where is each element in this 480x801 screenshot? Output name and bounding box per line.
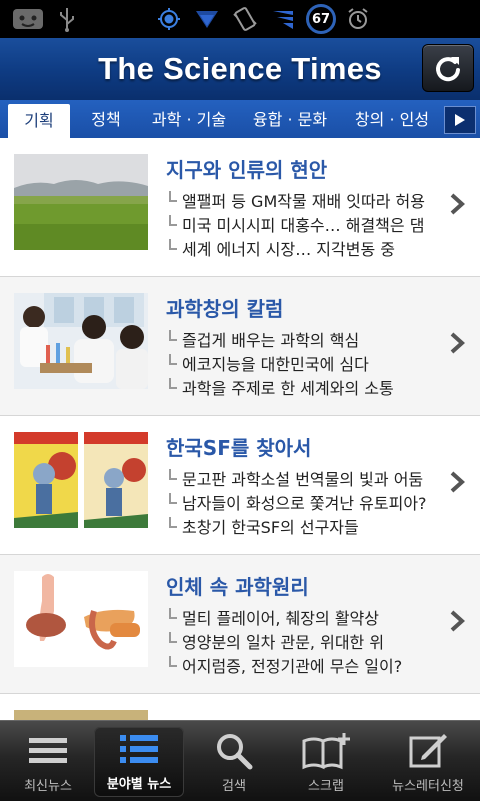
list-item[interactable] xyxy=(0,694,480,720)
bullet-icon xyxy=(169,469,177,480)
tab-creativity[interactable]: 창의 · 인성 xyxy=(344,100,440,138)
list-icon xyxy=(28,731,68,771)
article-title: 한국SF를 찾아서 xyxy=(166,436,312,460)
article-list: 지구와 인류의 현안 앨팰퍼 등 GM작물 재배 잇따라 허용 미국 미시시피 … xyxy=(0,138,480,720)
nav-category-news[interactable]: 분야별 뉴스 xyxy=(94,727,184,797)
headline-item[interactable]: 과학을 주제로 한 세계와의 소통 xyxy=(166,375,394,399)
bullet-icon xyxy=(169,354,177,365)
article-title: 인체 속 과학원리 xyxy=(166,575,309,599)
chevron-right-icon xyxy=(450,193,465,215)
vibrate-icon xyxy=(230,4,260,34)
tab-science-tech[interactable]: 과학 · 기술 xyxy=(144,100,234,138)
headline-item[interactable]: 남자들이 화성으로 쫓겨난 유토피아? xyxy=(166,490,427,514)
bullet-icon xyxy=(169,632,177,643)
alarm-icon xyxy=(344,4,372,34)
article-thumbnail xyxy=(14,154,148,250)
battery-icon: 67 xyxy=(306,4,336,34)
android-debug-icon xyxy=(10,4,46,34)
play-right-icon xyxy=(455,114,465,126)
search-icon xyxy=(215,731,253,771)
chevron-right-icon xyxy=(450,332,465,354)
headline-item[interactable]: 에코지능을 대한민국에 심다 xyxy=(166,351,394,375)
bullet-icon xyxy=(169,656,177,667)
tab-convergence-culture[interactable]: 융합 · 문화 xyxy=(242,100,338,138)
bullet-icon xyxy=(169,191,177,202)
bullet-icon xyxy=(169,330,177,341)
tab-policy[interactable]: 정책 xyxy=(78,100,134,138)
headline-list: 즐겁게 배우는 과학의 핵심 에코지능을 대한민국에 심다 과학을 주제로 한 … xyxy=(166,327,394,399)
app-title: The Science Times xyxy=(98,51,382,86)
headline-item[interactable]: 어지럼증, 전정기관에 무슨 일이? xyxy=(166,653,402,677)
chevron-right-icon xyxy=(450,610,465,632)
gps-icon xyxy=(156,4,182,34)
bullet-icon xyxy=(169,215,177,226)
article-title: 지구와 인류의 현안 xyxy=(166,158,328,182)
edit-icon xyxy=(408,731,448,771)
nav-scrap[interactable]: 스크랩 xyxy=(284,721,368,801)
list-item[interactable]: 한국SF를 찾아서 문고판 과학소설 번역물의 빛과 어둠 남자들이 화성으로 … xyxy=(0,416,480,555)
article-thumbnail xyxy=(14,432,148,528)
bullet-icon xyxy=(169,517,177,528)
list-icon xyxy=(119,729,159,769)
article-thumbnail xyxy=(14,293,148,389)
bullet-icon xyxy=(169,493,177,504)
headline-item[interactable]: 앨팰퍼 등 GM작물 재배 잇따라 허용 xyxy=(166,188,425,212)
category-tabs: 기획 정책 과학 · 기술 융합 · 문화 창의 · 인성 xyxy=(0,100,480,138)
nav-newsletter[interactable]: 뉴스레터신청 xyxy=(380,721,476,801)
list-item[interactable]: 과학창의 칼럼 즐겁게 배우는 과학의 핵심 에코지능을 대한민국에 심다 과학… xyxy=(0,277,480,416)
headline-item[interactable]: 미국 미시시피 대홍수… 해결책은 댐 xyxy=(166,212,425,236)
chevron-right-icon xyxy=(450,471,465,493)
article-title: 과학창의 칼럼 xyxy=(166,297,284,321)
nav-latest-news[interactable]: 최신뉴스 xyxy=(6,721,90,801)
headline-list: 문고판 과학소설 번역물의 빛과 어둠 남자들이 화성으로 쫓겨난 유토피아? … xyxy=(166,466,427,538)
bottom-navigation: 최신뉴스 분야별 뉴스 검색 스크랩 뉴스레터신청 xyxy=(0,720,480,801)
bullet-icon xyxy=(169,608,177,619)
wifi-icon xyxy=(194,4,220,34)
signal-icon xyxy=(270,4,296,34)
headline-list: 멀티 플레이어, 췌장의 활약상 영양분의 일차 관문, 위대한 위 어지럼증,… xyxy=(166,605,402,677)
headline-item[interactable]: 세계 에너지 시장… 지각변동 중 xyxy=(166,236,425,260)
refresh-button[interactable] xyxy=(422,44,474,92)
headline-item[interactable]: 초창기 한국SF의 선구자들 xyxy=(166,514,427,538)
article-thumbnail xyxy=(14,710,148,720)
headline-item[interactable]: 즐겁게 배우는 과학의 핵심 xyxy=(166,327,394,351)
tab-next-button[interactable] xyxy=(444,106,476,134)
tab-planning[interactable]: 기획 xyxy=(8,104,70,138)
headline-list: 앨팰퍼 등 GM작물 재배 잇따라 허용 미국 미시시피 대홍수… 해결책은 댐… xyxy=(166,188,425,260)
refresh-icon xyxy=(436,57,460,82)
nav-search[interactable]: 검색 xyxy=(196,721,272,801)
book-add-icon xyxy=(301,731,351,771)
bullet-icon xyxy=(169,239,177,250)
app-header: The Science Times xyxy=(0,38,480,101)
bullet-icon xyxy=(169,378,177,389)
headline-item[interactable]: 문고판 과학소설 번역물의 빛과 어둠 xyxy=(166,466,427,490)
usb-icon xyxy=(54,4,80,34)
article-thumbnail xyxy=(14,571,148,667)
headline-item[interactable]: 멀티 플레이어, 췌장의 활약상 xyxy=(166,605,402,629)
status-bar: 67 xyxy=(0,0,480,38)
list-item[interactable]: 인체 속 과학원리 멀티 플레이어, 췌장의 활약상 영양분의 일차 관문, 위… xyxy=(0,555,480,694)
headline-item[interactable]: 영양분의 일차 관문, 위대한 위 xyxy=(166,629,402,653)
list-item[interactable]: 지구와 인류의 현안 앨팰퍼 등 GM작물 재배 잇따라 허용 미국 미시시피 … xyxy=(0,138,480,277)
